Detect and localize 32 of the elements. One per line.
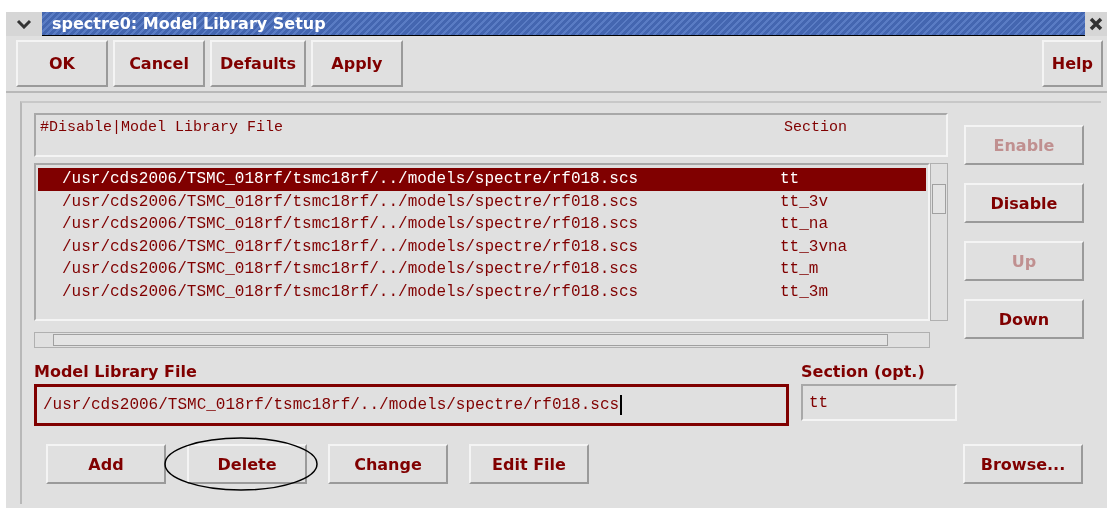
horizontal-scrollbar[interactable] [34,332,930,348]
side-button[interactable]: Down [964,299,1084,339]
action-button[interactable]: Add [46,444,166,484]
field-label: Model Library File [34,362,198,383]
list-row[interactable]: /usr/cds2006/TSMC_018rf/tsmc18rf/../models/spectre/rf018.scs tt_m [38,258,926,281]
vertical-scrollbar[interactable] [930,163,948,321]
toolbar-button[interactable]: OK [16,40,108,87]
action-button[interactable]: Delete [187,444,307,484]
toolbar-button[interactable]: Cancel [113,40,205,87]
action-button[interactable]: Edit File [469,444,589,484]
action-button[interactable]: Change [328,444,448,484]
file-input-field[interactable]: /usr/cds2006/TSMC_018rf/tsmc18rf/../models/spectre/rf018.scs [34,384,789,426]
window-title: spectre0: Model Library Setup [52,14,326,33]
list-row[interactable]: /usr/cds2006/TSMC_018rf/tsmc18rf/../models/spectre/rf018.scs tt [38,168,926,191]
close-icon [1089,17,1103,31]
window-menu-button[interactable] [6,12,42,36]
list-row[interactable]: /usr/cds2006/TSMC_018rf/tsmc18rf/../models/spectre/rf018.scs tt_3v [38,190,926,213]
toolbar-button[interactable]: Apply [310,40,403,87]
side-button[interactable]: Disable [964,183,1084,223]
column-header: #Disable|Model Library File [40,119,285,138]
field-label: Section (opt.) [801,362,926,383]
section-input-field[interactable]: tt [801,384,957,421]
list-row[interactable]: /usr/cds2006/TSMC_018rf/tsmc18rf/../models/spectre/rf018.scs tt_3vna [38,235,926,258]
help-button[interactable]: Help [1041,40,1103,87]
toolbar-button[interactable]: Defaults [210,40,306,87]
list-row[interactable]: /usr/cds2006/TSMC_018rf/tsmc18rf/../models/spectre/rf018.scs tt_na [38,213,926,236]
browse-button[interactable]: Browse... [963,444,1083,484]
text-cursor [620,395,623,415]
list-row[interactable]: /usr/cds2006/TSMC_018rf/tsmc18rf/../models/spectre/rf018.scs tt_3m [38,280,926,303]
column-header: Section [784,119,848,138]
chevron-down-icon [16,19,32,29]
close-button[interactable] [1085,12,1107,36]
